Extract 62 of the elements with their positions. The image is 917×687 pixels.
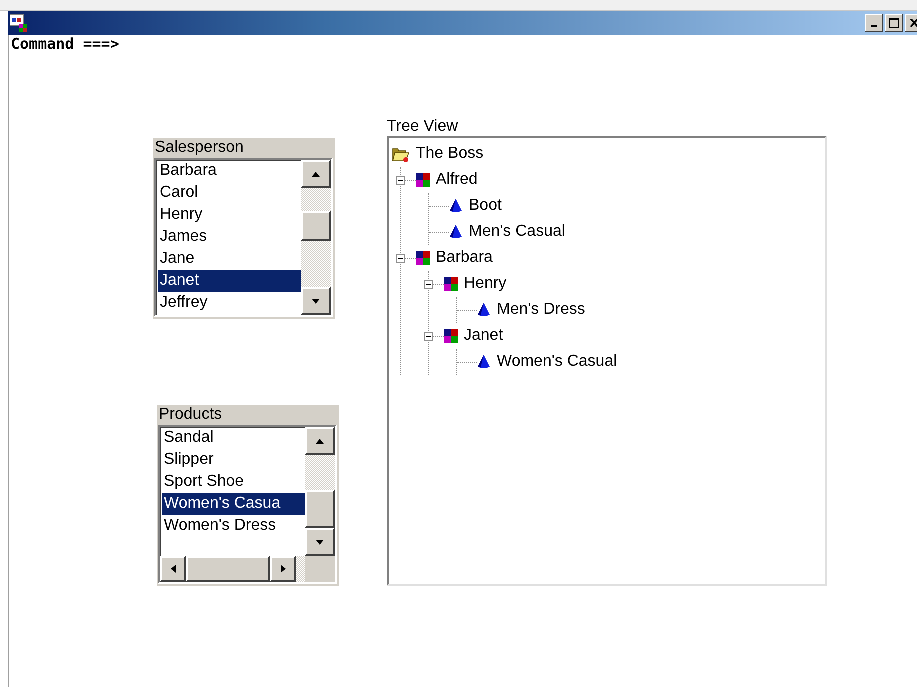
cone-icon [477, 303, 491, 317]
scroll-down-button[interactable] [301, 287, 331, 315]
colored-squares-icon [416, 173, 430, 187]
list-item[interactable]: Henry [158, 204, 301, 226]
list-item[interactable]: Slipper [162, 449, 305, 471]
scroll-thumb[interactable] [305, 490, 335, 528]
horizontal-scrollbar[interactable] [160, 556, 305, 582]
scroll-up-button[interactable] [305, 427, 335, 455]
list-item[interactable]: Women's Dress [162, 515, 305, 537]
down-arrow-icon [316, 540, 324, 544]
up-arrow-icon [316, 438, 324, 444]
collapse-toggle[interactable] [396, 176, 405, 184]
list-item[interactable]: Jeffrey [158, 292, 301, 314]
right-arrow-icon [280, 565, 286, 573]
up-arrow-icon [312, 172, 320, 176]
tree-label: Tree View [387, 117, 460, 136]
colored-squares-icon [416, 251, 430, 265]
scroll-down-button[interactable] [305, 528, 335, 556]
list-box[interactable]: Barbara Carol Henry James Jane Janet Jeffrey [154, 158, 333, 317]
maximize-icon [889, 18, 899, 28]
tree-item[interactable]: The Boss [416, 145, 484, 163]
list-item[interactable]: Sandal [162, 427, 305, 449]
left-arrow-icon [170, 565, 176, 573]
list-item[interactable]: Sport Shoe [162, 471, 305, 493]
list-item[interactable]: Jane [158, 248, 301, 270]
vertical-scrollbar[interactable] [305, 427, 335, 556]
tree-item[interactable]: Janet [464, 327, 504, 345]
colored-squares-icon [444, 277, 458, 291]
scroll-thumb[interactable] [301, 211, 331, 241]
maximize-button[interactable] [885, 14, 903, 32]
cone-icon [477, 355, 491, 369]
tree-item[interactable]: Boot [469, 197, 502, 215]
tree-item[interactable]: Men's Casual [469, 223, 566, 241]
list-label: Products [158, 405, 224, 425]
list-item[interactable]: Janet [158, 270, 301, 292]
list-item[interactable]: Carol [158, 182, 301, 204]
scroll-right-button[interactable] [270, 556, 296, 582]
cone-icon [449, 225, 463, 239]
command-prompt: Command ===> [10, 35, 120, 55]
scroll-up-button[interactable] [301, 160, 331, 188]
tree-item[interactable]: Alfred [436, 171, 478, 189]
tree-item[interactable]: Women's Casual [497, 353, 618, 371]
colored-squares-icon [444, 329, 458, 343]
tree-item[interactable]: Barbara [436, 249, 493, 267]
cone-icon [449, 199, 463, 213]
tree-item[interactable]: Henry [464, 275, 507, 293]
scroll-thumb[interactable] [186, 556, 270, 582]
app-icon [10, 14, 28, 32]
list-item[interactable]: Women's Casua [162, 493, 305, 515]
close-icon [910, 19, 917, 27]
list-box[interactable]: Sandal Slipper Sport Shoe Women's Casua Women's Dress [158, 425, 337, 584]
scroll-left-button[interactable] [160, 556, 186, 582]
list-item[interactable]: Barbara [158, 160, 301, 182]
down-arrow-icon [312, 298, 320, 304]
minimize-button[interactable] [865, 14, 883, 32]
vertical-scrollbar[interactable] [301, 160, 331, 315]
collapse-toggle[interactable] [424, 332, 433, 340]
list-item[interactable]: James [158, 226, 301, 248]
list-label: Salesperson [154, 138, 245, 158]
collapse-toggle[interactable] [396, 254, 405, 262]
collapse-toggle[interactable] [424, 280, 433, 288]
tree-item[interactable]: Men's Dress [497, 301, 586, 319]
